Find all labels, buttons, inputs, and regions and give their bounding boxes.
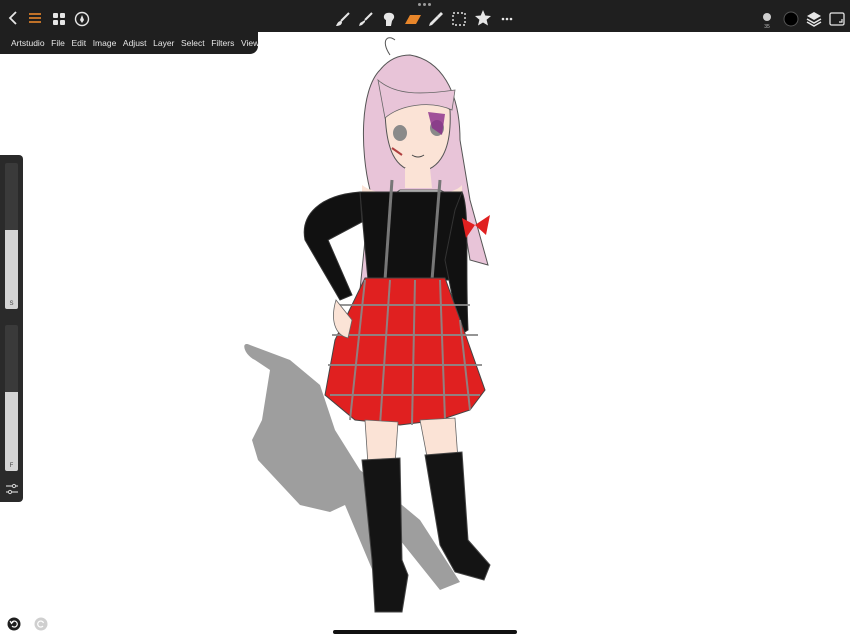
brush-size-value: 35: [764, 24, 770, 30]
flow-slider-fill: [5, 392, 18, 471]
menu-view[interactable]: View: [241, 38, 259, 48]
menu-image[interactable]: Image: [93, 38, 117, 48]
back-chevron-icon[interactable]: [7, 11, 19, 25]
flow-slider-label: F: [9, 463, 14, 469]
brush-size-preview-icon[interactable]: [760, 10, 774, 24]
selection-icon[interactable]: [451, 10, 467, 28]
size-slider-label: S: [9, 301, 14, 307]
favorites-star-icon[interactable]: [474, 9, 492, 27]
home-indicator: [333, 630, 517, 634]
menu-bar: Artstudio File Edit Image Adjust Layer S…: [0, 32, 259, 54]
menu-artstudio[interactable]: Artstudio: [11, 38, 45, 48]
smudge-icon[interactable]: [358, 10, 374, 28]
canvas-fit-icon[interactable]: [829, 10, 845, 28]
window-handle[interactable]: [418, 3, 432, 7]
menu-layer[interactable]: Layer: [153, 38, 174, 48]
size-slider-fill: [5, 230, 18, 309]
color-swatch[interactable]: [783, 11, 799, 27]
flow-slider[interactable]: F: [5, 325, 18, 471]
brush-settings-icon[interactable]: [4, 482, 19, 496]
layers-icon[interactable]: [806, 10, 822, 28]
eyedropper-icon[interactable]: [428, 10, 444, 28]
size-slider[interactable]: S: [5, 163, 18, 309]
menu-filters[interactable]: Filters: [211, 38, 234, 48]
drawing-canvas[interactable]: [0, 0, 850, 637]
brush-icon[interactable]: [335, 10, 351, 28]
redo-icon[interactable]: [34, 617, 48, 631]
neck: [405, 168, 432, 188]
menu-select[interactable]: Select: [181, 38, 205, 48]
eraser-icon[interactable]: [404, 10, 422, 28]
menu-lines-icon[interactable]: [27, 11, 43, 25]
undo-icon[interactable]: [7, 617, 21, 631]
menu-adjust[interactable]: Adjust: [123, 38, 147, 48]
pen-nib-icon[interactable]: [74, 11, 90, 27]
more-icon[interactable]: [500, 10, 514, 28]
menu-edit[interactable]: Edit: [71, 38, 86, 48]
blur-icon[interactable]: [381, 10, 397, 28]
brush-settings-panel: S F: [0, 155, 23, 502]
gallery-grid-icon[interactable]: [51, 11, 67, 27]
menu-file[interactable]: File: [51, 38, 65, 48]
